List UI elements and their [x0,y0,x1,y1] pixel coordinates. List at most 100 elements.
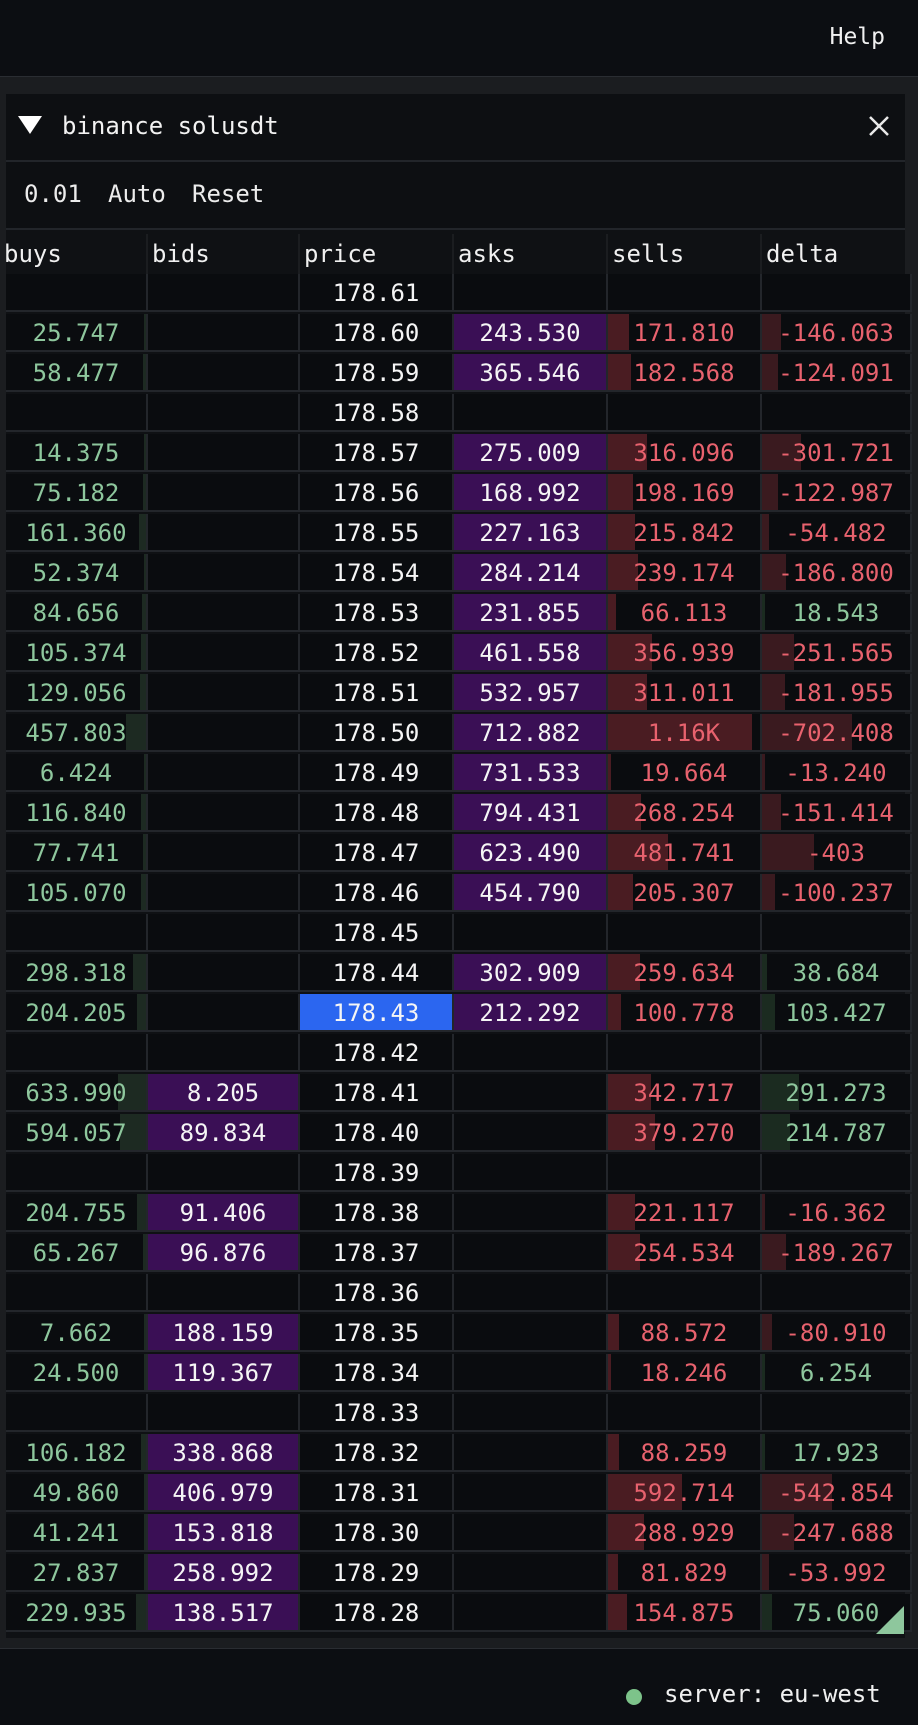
ladder-row[interactable]: 77.741 178.47 623.490 481.741 -403 [0,834,912,874]
ladder-row[interactable]: 594.057 89.834 178.40 379.270 214.787 [0,1114,912,1154]
ladder-row[interactable]: 75.182 178.56 168.992 198.169 -122.987 [0,474,912,514]
price-cell[interactable]: 178.42 [300,1034,454,1072]
price-cell[interactable]: 178.31 [300,1474,454,1512]
asks-cell: 365.546 [454,354,608,392]
orderbook-panel: binance solusdt 0.01 Auto Reset buys bids… [4,94,912,1638]
auto-button[interactable]: Auto [108,180,166,208]
bids-cell: 153.818 [148,1514,300,1552]
price-cell[interactable]: 178.39 [300,1154,454,1192]
price-cell[interactable]: 178.54 [300,554,454,592]
ladder-row[interactable]: 229.935 138.517 178.28 154.875 75.060 [0,1594,912,1634]
ladder-row[interactable]: 204.205 178.43 212.292 100.778 103.427 [0,994,912,1034]
price-cell[interactable]: 178.47 [300,834,454,872]
sells-value: 88.572 [640,1319,728,1347]
help-menu[interactable]: Help [830,24,885,50]
price-cell[interactable]: 178.34 [300,1354,454,1392]
bids-cell: 406.979 [148,1474,300,1512]
sells-value [608,274,760,310]
tick-size-button[interactable]: 0.01 [24,180,82,208]
delta-value: 214.787 [785,1119,887,1147]
price-cell[interactable]: 178.37 [300,1234,454,1272]
bids-value: 96.876 [179,1239,267,1267]
server-status-dot-icon [626,1689,642,1705]
ladder-row[interactable]: 178.45 [0,914,912,954]
price-cell[interactable]: 178.51 [300,674,454,712]
sells-cell: 259.634 [608,954,762,992]
ladder-row[interactable]: 178.42 [0,1034,912,1074]
ladder-row[interactable]: 116.840 178.48 794.431 268.254 -151.414 [0,794,912,834]
ladder-row[interactable]: 25.747 178.60 243.530 171.810 -146.063 [0,314,912,354]
buys-cell: 41.241 [6,1514,148,1552]
ladder-row[interactable]: 49.860 406.979 178.31 592.714 -542.854 [0,1474,912,1514]
delta-value: -124.091 [778,359,894,387]
ladder-row[interactable]: 161.360 178.55 227.163 215.842 -54.482 [0,514,912,554]
ladder-row[interactable]: 14.375 178.57 275.009 316.096 -301.721 [0,434,912,474]
ladder-row[interactable]: 58.477 178.59 365.546 182.568 -124.091 [0,354,912,394]
price-cell[interactable]: 178.29 [300,1554,454,1592]
ladder-row[interactable]: 7.662 188.159 178.35 88.572 -80.910 [0,1314,912,1354]
ladder-row[interactable]: 178.58 [0,394,912,434]
price-cell[interactable]: 178.50 [300,714,454,752]
ladder-row[interactable]: 27.837 258.992 178.29 81.829 -53.992 [0,1554,912,1594]
price-cell[interactable]: 178.52 [300,634,454,672]
ladder-row[interactable]: 129.056 178.51 532.957 311.011 -181.955 [0,674,912,714]
price-cell[interactable]: 178.60 [300,314,454,352]
ladder-row[interactable]: 52.374 178.54 284.214 239.174 -186.800 [0,554,912,594]
ladder-row[interactable]: 106.182 338.868 178.32 88.259 17.923 [0,1434,912,1474]
ladder-row[interactable]: 633.990 8.205 178.41 342.717 291.273 [0,1074,912,1114]
price-cell[interactable]: 178.32 [300,1434,454,1472]
buys-cell [6,914,148,952]
price-cell[interactable]: 178.28 [300,1594,454,1632]
collapse-triangle-icon[interactable] [18,116,42,134]
price-cell[interactable]: 178.35 [300,1314,454,1352]
delta-value: -542.854 [778,1479,894,1507]
bids-value [148,274,298,310]
price-cell[interactable]: 178.53 [300,594,454,632]
price-cell[interactable]: 178.44 [300,954,454,992]
ladder-row[interactable]: 178.39 [0,1154,912,1194]
price-cell[interactable]: 178.30 [300,1514,454,1552]
ladder-row[interactable]: 178.61 [0,274,912,314]
price-cell[interactable]: 178.45 [300,914,454,952]
price-cell[interactable]: 178.49 [300,754,454,792]
reset-button[interactable]: Reset [192,180,264,208]
asks-cell [454,1514,608,1552]
price-cell[interactable]: 178.59 [300,354,454,392]
price-cell[interactable]: 178.48 [300,794,454,832]
ladder-row[interactable]: 6.424 178.49 731.533 19.664 -13.240 [0,754,912,794]
price-cell[interactable]: 178.58 [300,394,454,432]
price-cell[interactable]: 178.38 [300,1194,454,1232]
price-cell[interactable]: 178.36 [300,1274,454,1312]
buys-value: 27.837 [32,1559,120,1587]
bids-value: 89.834 [179,1119,267,1147]
price-cell[interactable]: 178.46 [300,874,454,912]
ladder-row[interactable]: 178.36 [0,1274,912,1314]
sells-value: 154.875 [633,1599,735,1627]
price-cell[interactable]: 178.41 [300,1074,454,1112]
price-cell[interactable]: 178.57 [300,434,454,472]
delta-cell: -54.482 [762,514,912,552]
bids-cell: 138.517 [148,1594,300,1632]
price-cell[interactable]: 178.33 [300,1394,454,1432]
ladder-row[interactable]: 84.656 178.53 231.855 66.113 18.543 [0,594,912,634]
price-cell[interactable]: 178.55 [300,514,454,552]
price-cell[interactable]: 178.56 [300,474,454,512]
ladder-row[interactable]: 298.318 178.44 302.909 259.634 38.684 [0,954,912,994]
asks-value [454,1194,606,1230]
price-cell[interactable]: 178.61 [300,274,454,312]
ladder-row[interactable]: 204.755 91.406 178.38 221.117 -16.362 [0,1194,912,1234]
price-cell[interactable]: 178.43 [300,994,454,1032]
ladder-row[interactable]: 65.267 96.876 178.37 254.534 -189.267 [0,1234,912,1274]
close-icon[interactable] [865,112,893,140]
ladder-row[interactable]: 178.33 [0,1394,912,1434]
asks-cell [454,394,608,432]
ladder-row[interactable]: 24.500 119.367 178.34 18.246 6.254 [0,1354,912,1394]
ladder-row[interactable]: 105.070 178.46 454.790 205.307 -100.237 [0,874,912,914]
asks-cell [454,274,608,312]
price-cell[interactable]: 178.40 [300,1114,454,1152]
ladder-row[interactable]: 41.241 153.818 178.30 288.929 -247.688 [0,1514,912,1554]
ladder-row[interactable]: 105.374 178.52 461.558 356.939 -251.565 [0,634,912,674]
asks-cell [454,1274,608,1312]
ladder-row[interactable]: 457.803 178.50 712.882 1.16K -702.408 [0,714,912,754]
price-value: 178.34 [332,1359,420,1387]
